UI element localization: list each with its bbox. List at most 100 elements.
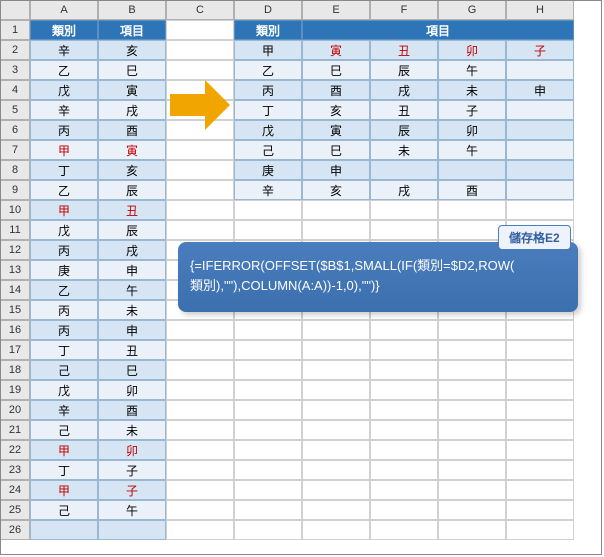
cell-C22[interactable] [166,440,234,460]
cell-G19[interactable] [438,380,506,400]
cell-A26[interactable] [30,520,98,540]
left-cell-B10[interactable]: 丑 [98,200,166,220]
cell-E24[interactable] [302,480,370,500]
left-cell-B6[interactable]: 酉 [98,120,166,140]
row-header-17[interactable]: 17 [0,340,30,360]
row-header-7[interactable]: 7 [0,140,30,160]
left-cell-B22[interactable]: 卯 [98,440,166,460]
left-header-1[interactable]: 項目 [98,20,166,40]
right-item-H6[interactable] [506,120,574,140]
cell-F20[interactable] [370,400,438,420]
cell-H19[interactable] [506,380,574,400]
cell-D11[interactable] [234,220,302,240]
right-category-5[interactable]: 丁 [234,100,302,120]
row-header-19[interactable]: 19 [0,380,30,400]
cell-C21[interactable] [166,420,234,440]
left-cell-A11[interactable]: 戊 [30,220,98,240]
left-cell-A23[interactable]: 丁 [30,460,98,480]
cell-C19[interactable] [166,380,234,400]
left-cell-B17[interactable]: 丑 [98,340,166,360]
left-cell-B19[interactable]: 卯 [98,380,166,400]
left-cell-B4[interactable]: 寅 [98,80,166,100]
left-cell-A10[interactable]: 甲 [30,200,98,220]
cell-D23[interactable] [234,460,302,480]
right-header-category[interactable]: 類別 [234,20,302,40]
cell-G22[interactable] [438,440,506,460]
row-header-5[interactable]: 5 [0,100,30,120]
cell-E16[interactable] [302,320,370,340]
cell-F10[interactable] [370,200,438,220]
right-category-4[interactable]: 丙 [234,80,302,100]
cell-H21[interactable] [506,420,574,440]
row-header-26[interactable]: 26 [0,520,30,540]
cell-E26[interactable] [302,520,370,540]
left-cell-B9[interactable]: 辰 [98,180,166,200]
left-cell-A15[interactable]: 丙 [30,300,98,320]
right-item-H2[interactable]: 子 [506,40,574,60]
cell-E25[interactable] [302,500,370,520]
row-header-2[interactable]: 2 [0,40,30,60]
cell-E23[interactable] [302,460,370,480]
right-item-E3[interactable]: 巳 [302,60,370,80]
left-cell-A13[interactable]: 庚 [30,260,98,280]
col-header-D[interactable]: D [234,0,302,20]
cell-C17[interactable] [166,340,234,360]
cell-D21[interactable] [234,420,302,440]
cell-D19[interactable] [234,380,302,400]
cell-F22[interactable] [370,440,438,460]
right-item-E5[interactable]: 亥 [302,100,370,120]
row-header-6[interactable]: 6 [0,120,30,140]
col-header-C[interactable]: C [166,0,234,20]
left-cell-B15[interactable]: 未 [98,300,166,320]
cell-C3[interactable] [166,60,234,80]
row-header-18[interactable]: 18 [0,360,30,380]
cell-G11[interactable] [438,220,506,240]
cell-G23[interactable] [438,460,506,480]
cell-D16[interactable] [234,320,302,340]
cell-D24[interactable] [234,480,302,500]
right-item-H9[interactable] [506,180,574,200]
left-cell-A18[interactable]: 己 [30,360,98,380]
right-item-G5[interactable]: 子 [438,100,506,120]
left-cell-B23[interactable]: 子 [98,460,166,480]
cell-G25[interactable] [438,500,506,520]
cell-H22[interactable] [506,440,574,460]
right-item-E4[interactable]: 酉 [302,80,370,100]
left-cell-A17[interactable]: 丁 [30,340,98,360]
cell-C10[interactable] [166,200,234,220]
cell-C18[interactable] [166,360,234,380]
cell-E10[interactable] [302,200,370,220]
cell-C20[interactable] [166,400,234,420]
cell-E18[interactable] [302,360,370,380]
col-header-H[interactable]: H [506,0,574,20]
right-item-H8[interactable] [506,160,574,180]
right-item-G7[interactable]: 午 [438,140,506,160]
right-item-G9[interactable]: 酉 [438,180,506,200]
right-item-G8[interactable] [438,160,506,180]
col-header-G[interactable]: G [438,0,506,20]
row-header-15[interactable]: 15 [0,300,30,320]
row-header-22[interactable]: 22 [0,440,30,460]
cell-H26[interactable] [506,520,574,540]
left-cell-A9[interactable]: 乙 [30,180,98,200]
cell-E19[interactable] [302,380,370,400]
cell-G21[interactable] [438,420,506,440]
left-cell-A25[interactable]: 己 [30,500,98,520]
right-item-H3[interactable] [506,60,574,80]
left-header-0[interactable]: 類別 [30,20,98,40]
cell-F18[interactable] [370,360,438,380]
col-header-E[interactable]: E [302,0,370,20]
right-category-8[interactable]: 庚 [234,160,302,180]
cell-F24[interactable] [370,480,438,500]
right-category-6[interactable]: 戊 [234,120,302,140]
cell-C9[interactable] [166,180,234,200]
row-header-25[interactable]: 25 [0,500,30,520]
cell-F19[interactable] [370,380,438,400]
left-cell-A22[interactable]: 甲 [30,440,98,460]
cell-G26[interactable] [438,520,506,540]
cell-F21[interactable] [370,420,438,440]
row-header-9[interactable]: 9 [0,180,30,200]
cell-E17[interactable] [302,340,370,360]
left-cell-B20[interactable]: 酉 [98,400,166,420]
cell-D17[interactable] [234,340,302,360]
